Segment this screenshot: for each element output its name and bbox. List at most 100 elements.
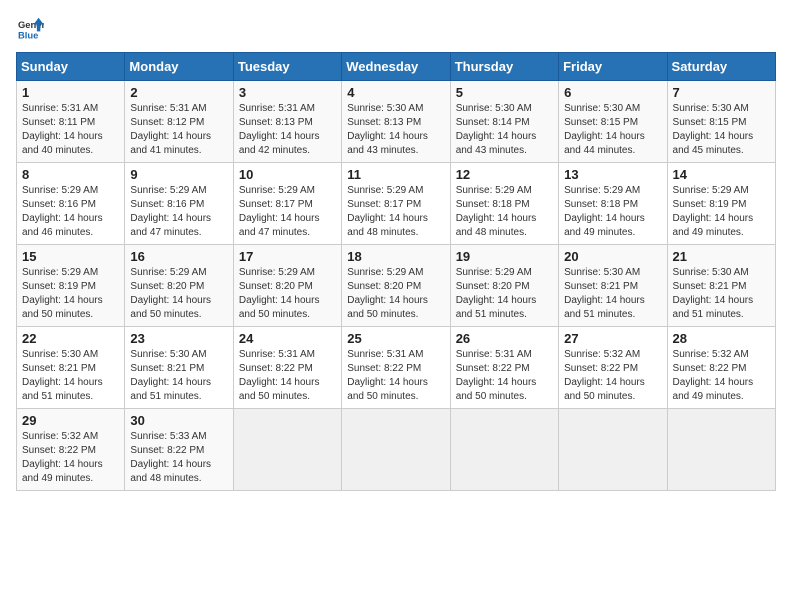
day-info: Sunrise: 5:31 AM Sunset: 8:12 PM Dayligh… xyxy=(130,102,227,158)
day-number: 11 xyxy=(347,167,444,182)
col-friday: Friday xyxy=(559,53,667,81)
calendar-cell: 7Sunrise: 5:30 AM Sunset: 8:15 PM Daylig… xyxy=(667,81,775,163)
day-info: Sunrise: 5:30 AM Sunset: 8:15 PM Dayligh… xyxy=(564,102,661,158)
day-info: Sunrise: 5:30 AM Sunset: 8:15 PM Dayligh… xyxy=(673,102,770,158)
day-number: 10 xyxy=(239,167,336,182)
day-number: 12 xyxy=(456,167,553,182)
day-info: Sunrise: 5:29 AM Sunset: 8:20 PM Dayligh… xyxy=(456,266,553,322)
col-thursday: Thursday xyxy=(450,53,558,81)
day-number: 13 xyxy=(564,167,661,182)
day-info: Sunrise: 5:29 AM Sunset: 8:16 PM Dayligh… xyxy=(130,184,227,240)
day-info: Sunrise: 5:30 AM Sunset: 8:13 PM Dayligh… xyxy=(347,102,444,158)
day-info: Sunrise: 5:29 AM Sunset: 8:17 PM Dayligh… xyxy=(347,184,444,240)
calendar-cell: 26Sunrise: 5:31 AM Sunset: 8:22 PM Dayli… xyxy=(450,327,558,409)
col-tuesday: Tuesday xyxy=(233,53,341,81)
day-info: Sunrise: 5:30 AM Sunset: 8:21 PM Dayligh… xyxy=(130,348,227,404)
day-info: Sunrise: 5:29 AM Sunset: 8:16 PM Dayligh… xyxy=(22,184,119,240)
calendar-cell: 16Sunrise: 5:29 AM Sunset: 8:20 PM Dayli… xyxy=(125,245,233,327)
calendar-week-row: 1Sunrise: 5:31 AM Sunset: 8:11 PM Daylig… xyxy=(17,81,776,163)
calendar-cell: 6 Sunrise: 5:30 AM Sunset: 8:15 PM Daylig… xyxy=(559,81,667,163)
day-number: 5 xyxy=(456,85,553,100)
calendar-week-row: 8 Sunrise: 5:29 AM Sunset: 8:16 PM Daylig… xyxy=(17,163,776,245)
calendar-cell: 13 Sunrise: 5:29 AM Sunset: 8:18 PM Dayli… xyxy=(559,163,667,245)
day-number: 29 xyxy=(22,413,119,428)
day-number: 8 xyxy=(22,167,119,182)
day-number: 27 xyxy=(564,331,661,346)
day-number: 17 xyxy=(239,249,336,264)
calendar-cell: 12Sunrise: 5:29 AM Sunset: 8:18 PM Dayli… xyxy=(450,163,558,245)
day-number: 6 xyxy=(564,85,661,100)
day-number: 4 xyxy=(347,85,444,100)
day-number: 21 xyxy=(673,249,770,264)
day-info: Sunrise: 5:31 AM Sunset: 8:22 PM Dayligh… xyxy=(239,348,336,404)
calendar-cell: 25 Sunrise: 5:31 AM Sunset: 8:22 PM Dayli… xyxy=(342,327,450,409)
calendar-cell: 9 Sunrise: 5:29 AM Sunset: 8:16 PM Daylig… xyxy=(125,163,233,245)
day-number: 9 xyxy=(130,167,227,182)
day-number: 14 xyxy=(673,167,770,182)
calendar-cell: 3 Sunrise: 5:31 AM Sunset: 8:13 PM Daylig… xyxy=(233,81,341,163)
day-number: 23 xyxy=(130,331,227,346)
col-saturday: Saturday xyxy=(667,53,775,81)
calendar-cell xyxy=(559,409,667,491)
calendar-cell: 27 Sunrise: 5:32 AM Sunset: 8:22 PM Dayli… xyxy=(559,327,667,409)
page-header: General Blue xyxy=(16,16,776,40)
calendar-cell: 11 Sunrise: 5:29 AM Sunset: 8:17 PM Dayli… xyxy=(342,163,450,245)
day-info: Sunrise: 5:29 AM Sunset: 8:20 PM Dayligh… xyxy=(347,266,444,322)
calendar-cell xyxy=(667,409,775,491)
day-number: 20 xyxy=(564,249,661,264)
day-number: 18 xyxy=(347,249,444,264)
day-info: Sunrise: 5:29 AM Sunset: 8:18 PM Dayligh… xyxy=(564,184,661,240)
calendar-cell: 21 Sunrise: 5:30 AM Sunset: 8:21 PM Dayli… xyxy=(667,245,775,327)
calendar-header-row: Sunday Monday Tuesday Wednesday Thursday… xyxy=(17,53,776,81)
calendar-cell: 15 Sunrise: 5:29 AM Sunset: 8:19 PM Dayli… xyxy=(17,245,125,327)
day-info: Sunrise: 5:30 AM Sunset: 8:14 PM Dayligh… xyxy=(456,102,553,158)
day-number: 3 xyxy=(239,85,336,100)
calendar-cell: 22 Sunrise: 5:30 AM Sunset: 8:21 PM Dayli… xyxy=(17,327,125,409)
day-info: Sunrise: 5:29 AM Sunset: 8:19 PM Dayligh… xyxy=(673,184,770,240)
day-info: Sunrise: 5:29 AM Sunset: 8:17 PM Dayligh… xyxy=(239,184,336,240)
calendar-table: Sunday Monday Tuesday Wednesday Thursday… xyxy=(16,52,776,491)
calendar-cell: 23 Sunrise: 5:30 AM Sunset: 8:21 PM Dayli… xyxy=(125,327,233,409)
day-info: Sunrise: 5:32 AM Sunset: 8:22 PM Dayligh… xyxy=(673,348,770,404)
day-info: Sunrise: 5:30 AM Sunset: 8:21 PM Dayligh… xyxy=(564,266,661,322)
calendar-cell: 18 Sunrise: 5:29 AM Sunset: 8:20 PM Dayli… xyxy=(342,245,450,327)
calendar-week-row: 22 Sunrise: 5:30 AM Sunset: 8:21 PM Dayli… xyxy=(17,327,776,409)
calendar-cell: 20 Sunrise: 5:30 AM Sunset: 8:21 PM Dayli… xyxy=(559,245,667,327)
day-number: 15 xyxy=(22,249,119,264)
calendar-cell: 2 Sunrise: 5:31 AM Sunset: 8:12 PM Daylig… xyxy=(125,81,233,163)
svg-text:Blue: Blue xyxy=(18,29,38,40)
calendar-cell: 28 Sunrise: 5:32 AM Sunset: 8:22 PM Dayli… xyxy=(667,327,775,409)
calendar-week-row: 15 Sunrise: 5:29 AM Sunset: 8:19 PM Dayli… xyxy=(17,245,776,327)
col-wednesday: Wednesday xyxy=(342,53,450,81)
calendar-cell: 10 Sunrise: 5:29 AM Sunset: 8:17 PM Dayli… xyxy=(233,163,341,245)
calendar-cell xyxy=(342,409,450,491)
calendar-cell: 17 Sunrise: 5:29 AM Sunset: 8:20 PM Dayli… xyxy=(233,245,341,327)
col-sunday: Sunday xyxy=(17,53,125,81)
day-info: Sunrise: 5:30 AM Sunset: 8:21 PM Dayligh… xyxy=(673,266,770,322)
calendar-cell: 8 Sunrise: 5:29 AM Sunset: 8:16 PM Daylig… xyxy=(17,163,125,245)
calendar-cell: 4 Sunrise: 5:30 AM Sunset: 8:13 PM Daylig… xyxy=(342,81,450,163)
calendar-cell: 1Sunrise: 5:31 AM Sunset: 8:11 PM Daylig… xyxy=(17,81,125,163)
day-info: Sunrise: 5:30 AM Sunset: 8:21 PM Dayligh… xyxy=(22,348,119,404)
day-number: 22 xyxy=(22,331,119,346)
day-info: Sunrise: 5:31 AM Sunset: 8:13 PM Dayligh… xyxy=(239,102,336,158)
day-info: Sunrise: 5:32 AM Sunset: 8:22 PM Dayligh… xyxy=(564,348,661,404)
day-info: Sunrise: 5:31 AM Sunset: 8:11 PM Dayligh… xyxy=(22,102,119,158)
logo-icon: General Blue xyxy=(16,16,44,40)
calendar-cell: 5 Sunrise: 5:30 AM Sunset: 8:14 PM Daylig… xyxy=(450,81,558,163)
day-number: 28 xyxy=(673,331,770,346)
day-info: Sunrise: 5:29 AM Sunset: 8:19 PM Dayligh… xyxy=(22,266,119,322)
col-monday: Monday xyxy=(125,53,233,81)
calendar-week-row: 29 Sunrise: 5:32 AM Sunset: 8:22 PM Dayli… xyxy=(17,409,776,491)
day-number: 16 xyxy=(130,249,227,264)
day-info: Sunrise: 5:33 AM Sunset: 8:22 PM Dayligh… xyxy=(130,430,227,486)
day-number: 19 xyxy=(456,249,553,264)
day-number: 25 xyxy=(347,331,444,346)
day-number: 2 xyxy=(130,85,227,100)
day-info: Sunrise: 5:29 AM Sunset: 8:20 PM Dayligh… xyxy=(239,266,336,322)
logo: General Blue xyxy=(16,16,48,40)
calendar-cell xyxy=(233,409,341,491)
day-info: Sunrise: 5:31 AM Sunset: 8:22 PM Dayligh… xyxy=(456,348,553,404)
day-info: Sunrise: 5:32 AM Sunset: 8:22 PM Dayligh… xyxy=(22,430,119,486)
day-info: Sunrise: 5:31 AM Sunset: 8:22 PM Dayligh… xyxy=(347,348,444,404)
